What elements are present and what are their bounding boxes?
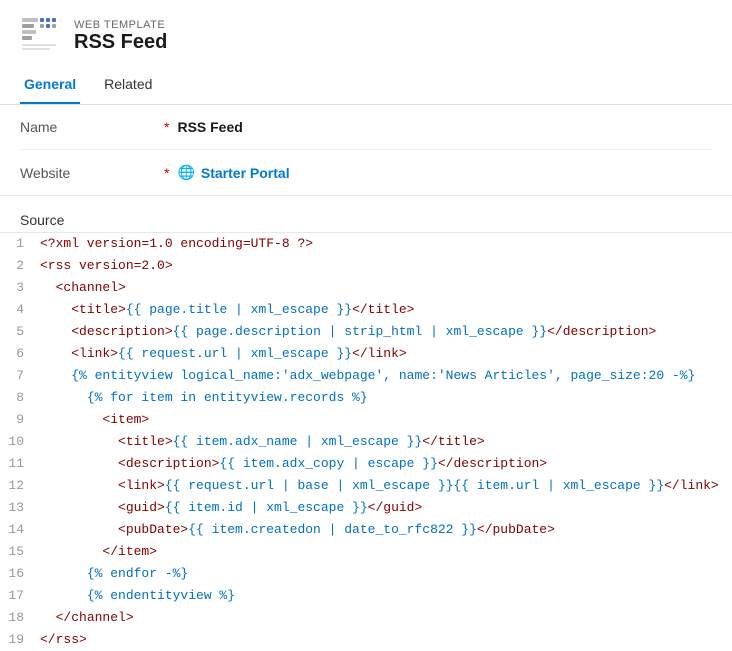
website-required: * [164,165,169,181]
line-content: </channel> [40,607,732,629]
line-number: 2 [0,255,40,277]
form-section: Name * RSS Feed Website * 🌐 Starter Port… [0,105,732,196]
line-content: <title>{{ item.adx_name | xml_escape }}<… [40,431,732,453]
code-line: 18 </channel> [0,607,732,629]
code-line: 14 <pubDate>{{ item.createdon | date_to_… [0,519,732,541]
page-header: WEB TEMPLATE RSS Feed [0,0,732,68]
line-content: </rss> [40,629,732,651]
line-number: 14 [0,519,40,541]
header-title: RSS Feed [74,31,167,54]
line-number: 19 [0,629,40,651]
template-icon [20,16,60,56]
line-number: 6 [0,343,40,365]
code-line: 17 {% endentityview %} [0,585,732,607]
tab-general[interactable]: General [20,68,80,104]
form-row-name: Name * RSS Feed [20,105,712,150]
line-content: <item> [40,409,732,431]
code-line: 2<rss version=2.0> [0,255,732,277]
name-value: RSS Feed [177,119,242,135]
code-line: 9 <item> [0,409,732,431]
code-line: 10 <title>{{ item.adx_name | xml_escape … [0,431,732,453]
line-content: <pubDate>{{ item.createdon | date_to_rfc… [40,519,732,541]
form-row-website: Website * 🌐 Starter Portal [20,150,712,195]
code-editor[interactable]: 1<?xml version=1.0 encoding=UTF-8 ?>2<rs… [0,232,732,651]
source-section: Source 1<?xml version=1.0 encoding=UTF-8… [0,196,732,651]
website-label: Website [20,165,160,181]
line-number: 9 [0,409,40,431]
line-content: </item> [40,541,732,563]
line-number: 1 [0,233,40,255]
code-line: 19</rss> [0,629,732,651]
line-content: <description>{{ item.adx_copy | escape }… [40,453,732,475]
website-link[interactable]: 🌐 Starter Portal [177,164,289,181]
line-number: 13 [0,497,40,519]
code-line: 12 <link>{{ request.url | base | xml_esc… [0,475,732,497]
line-content: <link>{{ request.url | base | xml_escape… [40,475,732,497]
header-text: WEB TEMPLATE RSS Feed [74,19,167,54]
code-line: 15 </item> [0,541,732,563]
line-content: <guid>{{ item.id | xml_escape }}</guid> [40,497,732,519]
line-content: <description>{{ page.description | strip… [40,321,732,343]
line-number: 18 [0,607,40,629]
name-label: Name [20,119,160,135]
code-line: 6 <link>{{ request.url | xml_escape }}</… [0,343,732,365]
globe-icon: 🌐 [177,164,194,181]
line-number: 11 [0,453,40,475]
line-number: 10 [0,431,40,453]
line-number: 17 [0,585,40,607]
source-label: Source [0,206,732,232]
website-link-text: Starter Portal [201,165,290,181]
line-content: {% for item in entityview.records %} [40,387,732,409]
line-content: {% endfor -%} [40,563,732,585]
line-content: <rss version=2.0> [40,255,732,277]
code-line: 13 <guid>{{ item.id | xml_escape }}</gui… [0,497,732,519]
tab-related[interactable]: Related [100,68,156,104]
line-content: <title>{{ page.title | xml_escape }}</ti… [40,299,732,321]
code-line: 4 <title>{{ page.title | xml_escape }}</… [0,299,732,321]
line-content: {% endentityview %} [40,585,732,607]
line-number: 7 [0,365,40,387]
code-line: 11 <description>{{ item.adx_copy | escap… [0,453,732,475]
line-number: 5 [0,321,40,343]
line-number: 12 [0,475,40,497]
code-line: 7 {% entityview logical_name:'adx_webpag… [0,365,732,387]
line-content: {% entityview logical_name:'adx_webpage'… [40,365,732,387]
line-number: 15 [0,541,40,563]
code-line: 3 <channel> [0,277,732,299]
header-subtitle: WEB TEMPLATE [74,19,167,31]
line-number: 4 [0,299,40,321]
code-line: 16 {% endfor -%} [0,563,732,585]
code-line: 1<?xml version=1.0 encoding=UTF-8 ?> [0,233,732,255]
name-required: * [164,119,169,135]
line-content: <?xml version=1.0 encoding=UTF-8 ?> [40,233,732,255]
line-content: <link>{{ request.url | xml_escape }}</li… [40,343,732,365]
line-number: 16 [0,563,40,585]
line-number: 3 [0,277,40,299]
line-number: 8 [0,387,40,409]
tab-bar: General Related [0,68,732,105]
line-content: <channel> [40,277,732,299]
code-line: 8 {% for item in entityview.records %} [0,387,732,409]
code-line: 5 <description>{{ page.description | str… [0,321,732,343]
